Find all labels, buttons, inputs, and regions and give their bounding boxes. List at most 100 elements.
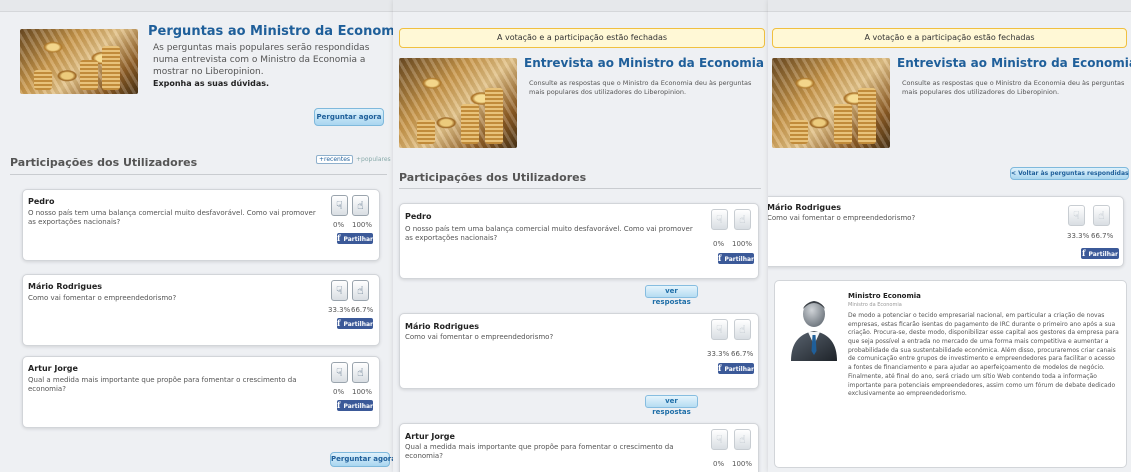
header-description: Consulte as respostas que o Ministro da … xyxy=(529,79,752,96)
thumbs-down-icon[interactable]: ☟ xyxy=(331,362,348,383)
sort-popular-button[interactable]: +populares xyxy=(356,156,391,163)
ask-now-bottom-button[interactable]: Perguntar agora xyxy=(330,452,396,467)
thumbs-down-percentage: 0% xyxy=(333,221,345,229)
coins-image xyxy=(772,58,890,148)
top-strip xyxy=(768,0,1131,12)
header-description: As perguntas mais populares serão respon… xyxy=(153,42,383,91)
header-description: Consulte as respostas que o Ministro da … xyxy=(902,79,1125,96)
thumbs-up-percentage: 100% xyxy=(732,460,753,468)
thumbs-down-icon: ☟ xyxy=(711,209,728,230)
coins-image xyxy=(399,58,517,148)
ask-now-button[interactable]: Perguntar agora xyxy=(314,108,384,126)
question-card: Pedro O nosso país tem uma balança comer… xyxy=(22,189,380,261)
ask-questions-panel: Perguntas ao Ministro da Economia As per… xyxy=(0,0,397,472)
question-author: Mário Rodrigues xyxy=(28,282,103,291)
facebook-icon: f xyxy=(337,233,341,243)
share-label: Partilhar xyxy=(343,236,373,243)
closed-notice: A votação e a participação estão fechada… xyxy=(772,28,1127,48)
facebook-share-button[interactable]: f Partilhar xyxy=(718,363,754,374)
thumbs-down-percentage: 33.3% xyxy=(328,306,351,314)
question-card: Artur Jorge Qual a medida mais important… xyxy=(399,423,759,472)
thumbs-up-icon[interactable]: ☝ xyxy=(352,280,369,301)
question-author: Pedro xyxy=(405,212,432,221)
question-card: Mário Rodrigues Como vai fomentar o empr… xyxy=(768,196,1124,267)
thumbs-up-icon: ☝ xyxy=(734,319,751,340)
thumbs-down-percentage: 0% xyxy=(713,240,725,248)
sort-recent-button[interactable]: +recentes xyxy=(316,155,354,164)
thumbs-up-icon: ☝ xyxy=(734,209,751,230)
thumbs-down-percentage: 0% xyxy=(713,460,725,468)
thumbs-up-percentage: 100% xyxy=(732,240,753,248)
facebook-share-button[interactable]: f Partilhar xyxy=(337,400,373,411)
facebook-icon: f xyxy=(337,400,341,410)
section-title: Participações dos Utilizadores xyxy=(10,156,198,169)
facebook-share-button[interactable]: f Partilhar xyxy=(337,318,373,329)
answer-author-role: Ministro da Economia xyxy=(848,302,902,308)
thumbs-down-percentage: 33.3% xyxy=(1067,232,1090,240)
sort-options: +recentes +populares xyxy=(316,155,391,164)
answer-author: Ministro Economia xyxy=(848,292,921,300)
thumbs-down-percentage: 0% xyxy=(333,388,345,396)
answer-text: De modo a potenciar o tecido empresarial… xyxy=(848,312,1119,398)
question-author: Artur Jorge xyxy=(405,432,455,441)
thumbs-up-percentage: 66.7% xyxy=(1091,232,1114,240)
thumbs-down-icon[interactable]: ☟ xyxy=(331,195,348,216)
view-answers-button[interactable]: ver respostas xyxy=(645,285,698,306)
top-strip xyxy=(393,0,771,12)
question-text: Qual a medida mais importante que propõe… xyxy=(405,443,674,461)
question-author: Artur Jorge xyxy=(28,364,78,373)
thumbs-up-percentage: 66.7% xyxy=(351,306,374,314)
facebook-icon: f xyxy=(718,363,722,373)
share-label: Partilhar xyxy=(724,256,754,263)
question-author: Pedro xyxy=(28,197,55,206)
thumbs-down-icon: ☟ xyxy=(1068,205,1085,226)
divider xyxy=(399,188,761,189)
page-title: Perguntas ao Ministro da Economia xyxy=(148,24,397,39)
closed-notice: A votação e a participação estão fechada… xyxy=(399,28,765,48)
header-cta: Exponha as suas dúvidas. xyxy=(153,79,270,89)
thumbs-up-icon[interactable]: ☝ xyxy=(352,362,369,383)
question-card: Mário Rodrigues Como vai fomentar o empr… xyxy=(22,274,380,346)
share-label: Partilhar xyxy=(724,366,754,373)
header-description-text: As perguntas mais populares serão respon… xyxy=(153,43,370,78)
question-text: Como vai fomentar o empreendedorismo? xyxy=(28,294,177,302)
top-strip xyxy=(0,0,397,12)
page-title: Entrevista ao Ministro da Economia xyxy=(897,56,1131,70)
page-title: Entrevista ao Ministro da Economia xyxy=(524,56,764,70)
facebook-share-button[interactable]: f Partilhar xyxy=(337,233,373,244)
question-card: Pedro O nosso país tem uma balança comer… xyxy=(399,203,759,279)
thumbs-up-icon[interactable]: ☝ xyxy=(352,195,369,216)
thumbs-down-percentage: 33.3% xyxy=(707,350,730,358)
view-answers-button[interactable]: ver respostas xyxy=(645,395,698,416)
answer-detail-panel: A votação e a participação estão fechada… xyxy=(768,0,1131,472)
question-text: O nosso país tem uma balança comercial m… xyxy=(28,209,316,227)
facebook-icon: f xyxy=(337,318,341,328)
minister-answer: Ministro Economia Ministro da Economia D… xyxy=(774,280,1127,468)
thumbs-up-percentage: 66.7% xyxy=(731,350,754,358)
thumbs-down-icon: ☟ xyxy=(711,319,728,340)
divider xyxy=(10,174,387,175)
thumbs-down-icon[interactable]: ☟ xyxy=(331,280,348,301)
facebook-icon: f xyxy=(1082,248,1086,258)
question-text: O nosso país tem uma balança comercial m… xyxy=(405,225,693,243)
minister-avatar-icon xyxy=(791,301,837,361)
section-title: Participações dos Utilizadores xyxy=(399,171,587,184)
share-label: Partilhar xyxy=(1088,251,1118,258)
share-label: Partilhar xyxy=(343,403,373,410)
question-author: Mário Rodrigues xyxy=(768,203,842,212)
thumbs-up-percentage: 100% xyxy=(352,388,373,396)
question-card: Mário Rodrigues Como vai fomentar o empr… xyxy=(399,313,759,389)
thumbs-down-icon: ☟ xyxy=(711,429,728,450)
interview-list-panel: A votação e a participação estão fechada… xyxy=(393,0,771,472)
back-to-answered-button[interactable]: < Voltar às perguntas respondidas xyxy=(1010,167,1129,180)
facebook-icon: f xyxy=(718,253,722,263)
question-text: Qual a medida mais importante que propõe… xyxy=(28,376,297,394)
thumbs-up-icon: ☝ xyxy=(1093,205,1110,226)
thumbs-up-icon: ☝ xyxy=(734,429,751,450)
facebook-share-button[interactable]: f Partilhar xyxy=(718,253,754,264)
question-text: Como vai fomentar o empreendedorismo? xyxy=(405,333,554,341)
thumbs-up-percentage: 100% xyxy=(352,221,373,229)
facebook-share-button[interactable]: f Partilhar xyxy=(1081,248,1119,259)
question-text: Como vai fomentar o empreendedorismo? xyxy=(768,214,916,222)
share-label: Partilhar xyxy=(343,321,373,328)
